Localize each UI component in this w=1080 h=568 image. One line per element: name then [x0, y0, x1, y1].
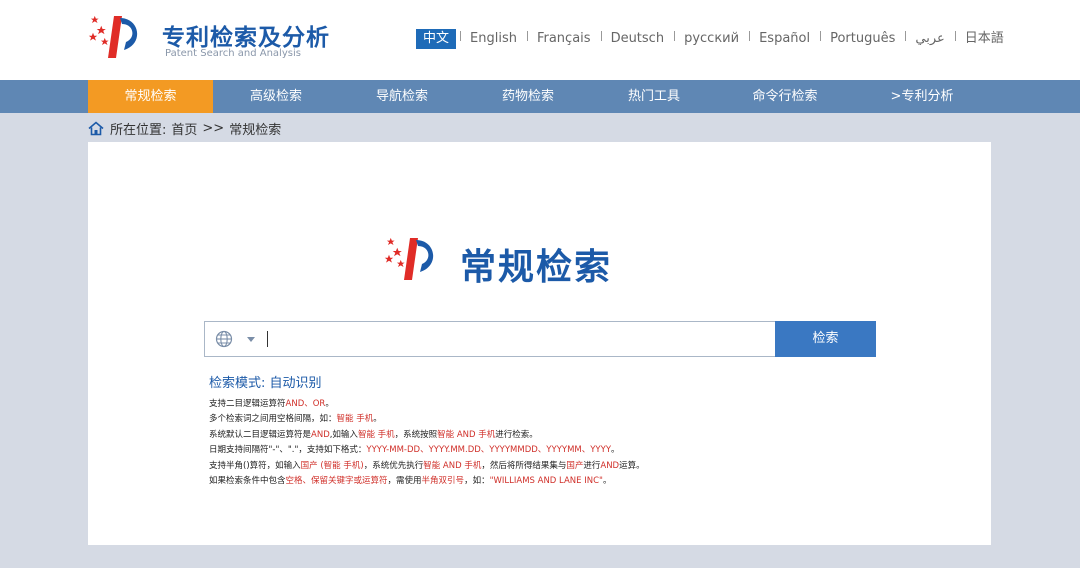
help-highlight: "WILLIAMS AND LANE INC" — [489, 476, 603, 487]
help-text: 。 — [325, 399, 334, 409]
lang-ar[interactable]: عربي — [905, 29, 954, 49]
nav-item-hot-tools[interactable]: 热门工具 — [591, 80, 717, 113]
nav-item-command-search[interactable]: 命令行检索 — [717, 80, 853, 113]
help-highlight: AND、OR — [285, 399, 326, 409]
help-text: ，系统优先执行 — [363, 460, 424, 471]
help-text: ,如输入 — [329, 429, 358, 440]
help-text: 。 — [373, 414, 382, 425]
breadcrumb-label: 所在位置: — [110, 122, 167, 138]
help-text: ，需使用 — [387, 476, 422, 487]
help-text: 进行 — [583, 460, 601, 471]
brand-title: 专利检索及分析 — [162, 25, 330, 51]
help-text: ，然后将所得结果集与 — [481, 460, 567, 471]
help-highlight: 智能 AND 手机 — [437, 429, 496, 440]
help-text: 系统默认二目逻辑运算符是 — [209, 429, 312, 440]
home-icon[interactable] — [88, 120, 104, 136]
lang-es[interactable]: Español — [749, 29, 820, 49]
patent-logo-icon[interactable] — [88, 12, 150, 60]
page-title: 常规检索 — [460, 247, 613, 288]
nav-item-regular-search[interactable]: 常规检索 — [88, 80, 213, 113]
help-text: 日期支持间隔符"-"、"."，支持如下格式： — [209, 445, 367, 456]
help-highlight: AND — [600, 460, 620, 471]
chevron-down-icon[interactable] — [247, 336, 255, 342]
header: 专利检索及分析 Patent Search and Analysis 中文 En… — [0, 0, 1080, 80]
help-line: 系统默认二目逻辑运算符是AND,如输入智能 手机，系统按照智能 AND 手机进行… — [209, 428, 645, 443]
help-line: 支持二目逻辑运算符AND、OR。 — [209, 397, 645, 412]
globe-icon[interactable] — [215, 330, 233, 348]
lang-pt[interactable]: Português — [820, 29, 905, 49]
help-highlight: 国产 — [566, 460, 584, 471]
breadcrumb-separator: >> — [202, 120, 225, 136]
help-highlight: 空格、保留关键字或运算符 — [285, 476, 388, 487]
help-line: 支持半角()算符，如输入国产 (智能 手机)，系统优先执行智能 AND 手机，然… — [209, 459, 645, 474]
lang-en[interactable]: English — [460, 29, 527, 49]
lang-de[interactable]: Deutsch — [600, 29, 675, 49]
search-mode-label: 检索模式: 自动识别 — [209, 376, 322, 391]
help-text: 运算。 — [619, 460, 645, 471]
help-highlight: 国产 (智能 手机) — [300, 460, 364, 471]
breadcrumb-current: 常规检索 — [229, 122, 282, 138]
search-button[interactable]: 检索 — [775, 321, 876, 357]
help-text: ，系统按照 — [394, 429, 438, 440]
help-highlight: YYYY-MM-DD、YYYY.MM.DD、YYYYMMDD、YYYYMM、YY… — [366, 445, 612, 456]
help-text: 进行检索。 — [495, 429, 538, 440]
help-line: 如果检索条件中包含空格、保留关键字或运算符，需使用半角双引号，如："WILLIA… — [209, 474, 645, 489]
nav-item-navigation-search[interactable]: 导航检索 — [339, 80, 465, 113]
help-line: 日期支持间隔符"-"、"."，支持如下格式：YYYY-MM-DD、YYYY.MM… — [209, 443, 645, 458]
lang-ja[interactable]: 日本語 — [954, 29, 1014, 49]
search-help-text: 支持二目逻辑运算符AND、OR。 多个检索词之间用空格间隔，如：智能 手机。 系统默… — [209, 397, 645, 489]
help-highlight: AND — [311, 429, 330, 440]
nav-item-advanced-search[interactable]: 高级检索 — [213, 80, 339, 113]
help-text: 支持二目逻辑运算符 — [209, 399, 286, 409]
nav-item-drug-search[interactable]: 药物检索 — [465, 80, 591, 113]
text-cursor — [267, 331, 268, 347]
lang-ru[interactable]: русский — [674, 29, 749, 49]
help-highlight: 智能 AND 手机 — [423, 460, 482, 471]
help-text: 。 — [602, 476, 612, 487]
lang-zh[interactable]: 中文 — [416, 29, 457, 49]
main-nav: 常规检索 高级检索 导航检索 药物检索 热门工具 命令行检索 >专利分析 — [0, 80, 1080, 113]
help-line: 多个检索词之间用空格间隔，如：智能 手机。 — [209, 412, 645, 427]
search-panel: 常规检索 检索 检索模式: 自动识别 支持二目逻辑运算符AND、OR。 多个检索词… — [88, 142, 991, 545]
search-input[interactable] — [204, 321, 777, 357]
brand-subtitle: Patent Search and Analysis — [165, 48, 301, 59]
help-text: 支持半角()算符，如输入 — [209, 460, 301, 471]
lang-fr[interactable]: Français — [526, 29, 601, 49]
help-text: 。 — [611, 445, 620, 456]
patent-logo-icon — [384, 237, 434, 280]
help-text: 如果检索条件中包含 — [209, 476, 286, 487]
help-highlight: 智能 手机 — [336, 414, 374, 425]
language-switcher: 中文 English Français Deutsch русский Espa… — [416, 28, 1014, 50]
nav-item-patent-analysis[interactable]: >专利分析 — [853, 80, 991, 113]
help-highlight: 智能 手机 — [357, 429, 395, 440]
breadcrumb: 所在位置: 首页 >> 常规检索 — [88, 118, 286, 138]
breadcrumb-home-link[interactable]: 首页 — [171, 119, 197, 138]
help-text: 多个检索词之间用空格间隔，如： — [209, 414, 337, 425]
help-highlight: 半角双引号 — [421, 476, 465, 487]
help-text: ，如： — [464, 476, 490, 487]
